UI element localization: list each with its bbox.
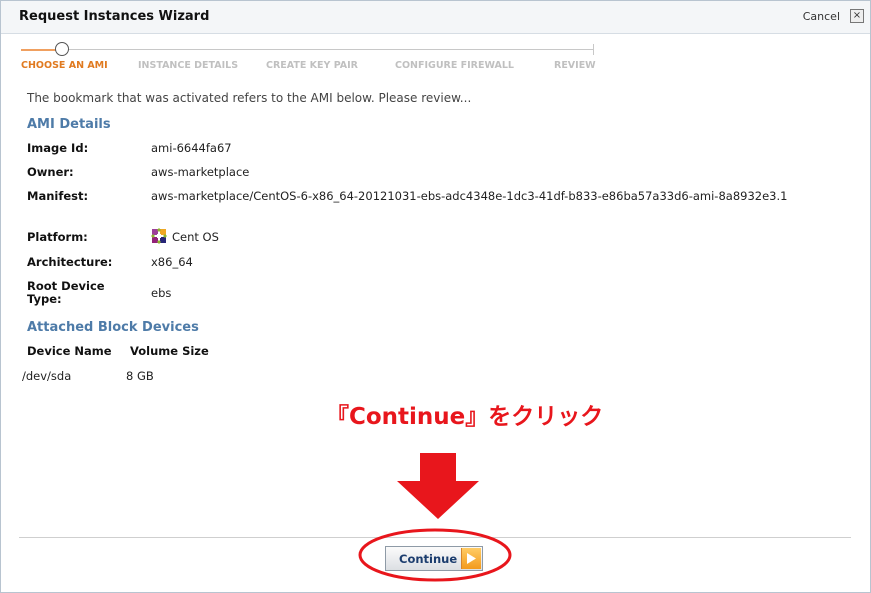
platform-text: Cent OS [172,230,219,244]
dialog-title: Request Instances Wizard [19,9,210,24]
architecture-value: x86_64 [151,255,193,269]
owner-label: Owner: [27,165,74,179]
owner-value: aws-marketplace [151,165,250,179]
manifest-label: Manifest: [27,189,89,203]
device-name-cell: /dev/sda [22,369,72,383]
annotation-text: 『Continue』をクリック [326,404,604,430]
step-create-key-pair: CREATE KEY PAIR [266,60,358,71]
progress-endcap [593,44,594,55]
centos-logo-icon [151,228,167,244]
step-choose-ami: CHOOSE AN AMI [21,60,108,71]
title-bar: Request Instances Wizard Cancel × [1,1,870,34]
image-id-label: Image Id: [27,141,89,155]
cancel-link[interactable]: Cancel [803,10,840,23]
continue-button[interactable]: Continue [385,546,483,571]
root-device-value: ebs [151,286,172,300]
platform-label: Platform: [27,230,88,244]
architecture-label: Architecture: [27,255,113,269]
current-step-marker-icon [55,42,69,56]
wizard-dialog: Request Instances Wizard Cancel × CHOOSE… [0,0,871,593]
manifest-value: aws-marketplace/CentOS-6-x86_64-20121031… [151,189,788,203]
volume-size-cell: 8 GB [126,369,154,383]
step-instance-details: INSTANCE DETAILS [138,60,239,71]
block-devices-heading: Attached Block Devices [27,320,199,335]
column-device-name: Device Name [27,344,112,358]
close-icon[interactable]: × [850,9,864,23]
column-volume-size: Volume Size [130,344,209,358]
wizard-progress: CHOOSE AN AMI INSTANCE DETAILS CREATE KE… [21,41,596,71]
ami-details-heading: AMI Details [27,117,111,132]
image-id-value: ami-6644fa67 [151,141,232,155]
progress-track [21,49,593,50]
play-arrow-icon [461,548,481,569]
continue-button-label: Continue [399,552,458,566]
intro-text: The bookmark that was activated refers t… [27,91,472,105]
step-configure-firewall: CONFIGURE FIREWALL [395,60,514,71]
platform-value: Cent OS [151,228,219,245]
root-device-label-line2: Type: [27,292,62,306]
root-device-label: Root Device Type: [27,280,105,306]
step-review: REVIEW [554,60,596,71]
annotation-arrow-icon [397,453,479,519]
